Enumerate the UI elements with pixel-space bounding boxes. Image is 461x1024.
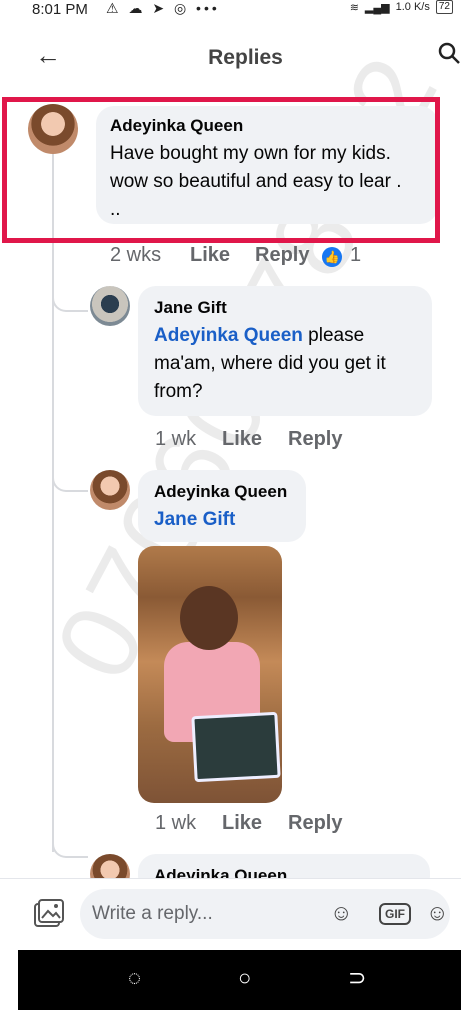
signal-icon: ▂▄▆ (364, 1, 390, 14)
comment-author[interactable]: Adeyinka Queen (154, 482, 287, 502)
sticker-icon[interactable]: ☺ (330, 900, 352, 926)
thread-branch (52, 836, 88, 858)
thumbs-up-icon: 👍 (322, 247, 342, 267)
status-bar: 8:01 PM ⚠ ☁ ➤ ◎ ••• ≋ ▂▄▆ 1.0 K/s 72 (0, 0, 461, 22)
system-nav-bar: ◌ ○ ⊃ (18, 950, 461, 1010)
avatar[interactable] (90, 470, 130, 510)
reply-placeholder[interactable]: Write a reply... (92, 903, 213, 925)
net-speed: 1.0 K/s (395, 1, 430, 13)
comment-time: 1 wk (155, 812, 197, 834)
reply-composer: Write a reply... ☺ GIF ☺ (0, 878, 461, 949)
thread-branch (52, 290, 88, 312)
comment-time: 2 wks (110, 244, 162, 266)
battery-icon: 72 (435, 0, 453, 14)
like-button[interactable]: Like (190, 244, 230, 267)
thread-branch (52, 470, 88, 492)
reply-button[interactable]: Reply (288, 812, 342, 835)
thread-line (52, 152, 54, 852)
search-icon[interactable] (438, 42, 460, 64)
notification-icons: ⚠ ☁ ➤ ◎ ••• (106, 0, 220, 16)
emoji-icon[interactable]: ☺ (426, 900, 448, 926)
back-icon[interactable]: ⊃ (348, 965, 366, 991)
highlight-box (2, 97, 440, 243)
mention-link[interactable]: Jane Gift (154, 506, 235, 534)
gif-icon[interactable]: GIF (379, 903, 411, 925)
reaction-count[interactable]: 1 (350, 244, 361, 267)
like-button[interactable]: Like (222, 428, 262, 451)
comment-time: 1 wk (155, 428, 197, 450)
mention-link[interactable]: Adeyinka Queen (154, 325, 303, 346)
reply-button[interactable]: Reply (255, 244, 309, 267)
status-time: 8:01 PM (32, 1, 88, 18)
like-button[interactable]: Like (222, 812, 262, 835)
attached-photo[interactable] (138, 546, 282, 803)
comment-bubble: Adeyinka Queen Jane Gift (138, 470, 306, 542)
recent-apps-icon[interactable]: ◌ (128, 965, 141, 991)
reply-button[interactable]: Reply (288, 428, 342, 451)
photo-icon[interactable] (32, 899, 64, 929)
comment-bubble: Jane Gift Adeyinka Queen please ma'am, w… (138, 286, 432, 416)
wifi-icon: ≋ (349, 1, 359, 14)
home-icon[interactable]: ○ (238, 965, 251, 991)
photo-subject-face (180, 586, 238, 650)
avatar[interactable] (90, 286, 130, 326)
status-right: ≋ ▂▄▆ 1.0 K/s 72 (350, 0, 453, 14)
comment-text: Adeyinka Queen please ma'am, where did y… (154, 322, 424, 406)
comment-author[interactable]: Jane Gift (154, 298, 227, 318)
photo-writing-tablet (191, 711, 281, 783)
